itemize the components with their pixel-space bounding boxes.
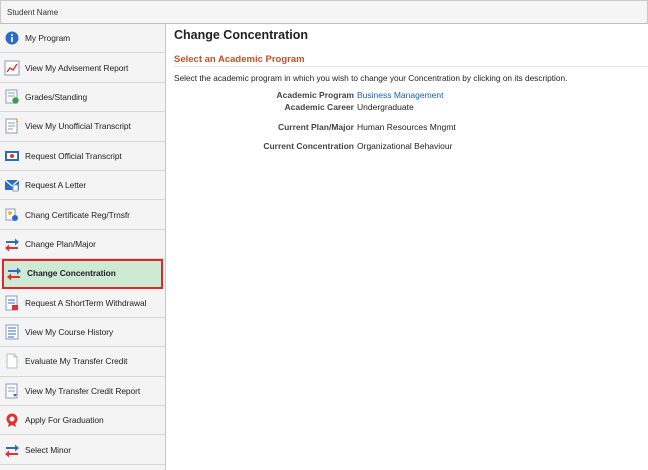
sidebar-item-change-plan-major[interactable]: Change Plan/Major bbox=[0, 230, 165, 260]
withdrawal-icon bbox=[4, 295, 20, 311]
sidebar-item-label: View My Unofficial Transcript bbox=[25, 121, 131, 132]
history-icon bbox=[4, 324, 20, 340]
sidebar-item-label: Apply For Graduation bbox=[25, 415, 104, 426]
academic-career-label: Academic Career bbox=[284, 102, 354, 112]
sidebar-item-label: Select Minor bbox=[25, 444, 71, 455]
academic-program-link[interactable]: Business Management bbox=[357, 90, 443, 100]
report-icon bbox=[4, 383, 20, 399]
swap-icon bbox=[4, 442, 20, 458]
section-title: Select an Academic Program bbox=[174, 54, 305, 65]
instructions-text: Select the academic program in which you… bbox=[174, 73, 568, 83]
sidebar-item-unofficial-transcript[interactable]: View My Unofficial Transcript bbox=[0, 112, 165, 142]
current-plan-label: Current Plan/Major bbox=[277, 122, 354, 132]
sidebar-item-apply-graduation[interactable]: Apply For Graduation bbox=[0, 406, 165, 436]
page-title: Change Concentration bbox=[174, 28, 309, 42]
certificate-icon bbox=[4, 207, 20, 223]
grades-icon bbox=[4, 89, 20, 105]
graduation-icon bbox=[4, 412, 20, 428]
sidebar-item-shortterm-withdrawal[interactable]: Request A ShortTerm Withdrawal bbox=[0, 289, 165, 318]
sidebar-item-change-concentration[interactable]: Change Concentration bbox=[2, 259, 163, 289]
chart-icon bbox=[4, 60, 20, 76]
main-content: Change Concentration Select an Academic … bbox=[168, 24, 648, 470]
sidebar-item-label: Request A Letter bbox=[25, 180, 87, 191]
sidebar-item-label: Grades/Standing bbox=[25, 91, 88, 102]
section-divider bbox=[174, 66, 648, 67]
swap-icon bbox=[6, 265, 22, 281]
sidebar-item-label: Request Official Transcript bbox=[25, 150, 122, 161]
sidebar-nav: My Program View My Advisement Report Gra… bbox=[0, 24, 166, 470]
sidebar-item-label: My Program bbox=[25, 33, 71, 44]
sidebar-item-advisement-report[interactable]: View My Advisement Report bbox=[0, 53, 165, 83]
sidebar-item-my-program[interactable]: My Program bbox=[0, 24, 165, 54]
sidebar-item-label: Chang Certificate Reg/Trnsfr bbox=[25, 209, 130, 220]
sidebar-item-label: View My Course History bbox=[25, 327, 114, 338]
current-plan-value: Human Resources Mngmt bbox=[357, 122, 456, 132]
sidebar-item-transfer-credit-report[interactable]: View My Transfer Credit Report bbox=[0, 377, 165, 407]
academic-career-value: Undergraduate bbox=[357, 102, 414, 112]
sidebar-item-label: Request A ShortTerm Withdrawal bbox=[25, 297, 147, 308]
top-bar: Student Name bbox=[0, 0, 648, 24]
student-name-label: Student Name bbox=[7, 8, 59, 17]
sidebar-item-grades-standing[interactable]: Grades/Standing bbox=[0, 83, 165, 113]
sidebar-item-label: View My Advisement Report bbox=[25, 62, 129, 73]
sidebar-item-certificate-reg[interactable]: Chang Certificate Reg/Trnsfr bbox=[0, 200, 165, 230]
sidebar-item-official-transcript[interactable]: Request Official Transcript bbox=[0, 142, 165, 171]
sidebar-item-label: Change Plan/Major bbox=[25, 238, 96, 249]
transcript-icon bbox=[4, 148, 20, 164]
current-concentration-value: Organizational Behaviour bbox=[357, 141, 453, 151]
sidebar-item-request-letter[interactable]: Request A Letter bbox=[0, 171, 165, 201]
blank-document-icon bbox=[4, 353, 20, 369]
letter-icon bbox=[4, 177, 20, 193]
current-concentration-label: Current Concentration bbox=[263, 141, 354, 151]
document-icon bbox=[4, 118, 20, 134]
info-icon bbox=[4, 30, 20, 46]
swap-icon bbox=[4, 236, 20, 252]
sidebar-item-course-history[interactable]: View My Course History bbox=[0, 318, 165, 348]
academic-program-label: Academic Program bbox=[276, 90, 354, 100]
sidebar-item-select-minor[interactable]: Select Minor bbox=[0, 435, 165, 465]
sidebar-item-label: Change Concentration bbox=[27, 268, 116, 279]
sidebar-item-label: View My Transfer Credit Report bbox=[25, 385, 141, 396]
sidebar-item-label: Evaluate My Transfer Credit bbox=[25, 356, 128, 367]
sidebar-item-evaluate-transfer-credit[interactable]: Evaluate My Transfer Credit bbox=[0, 347, 165, 377]
